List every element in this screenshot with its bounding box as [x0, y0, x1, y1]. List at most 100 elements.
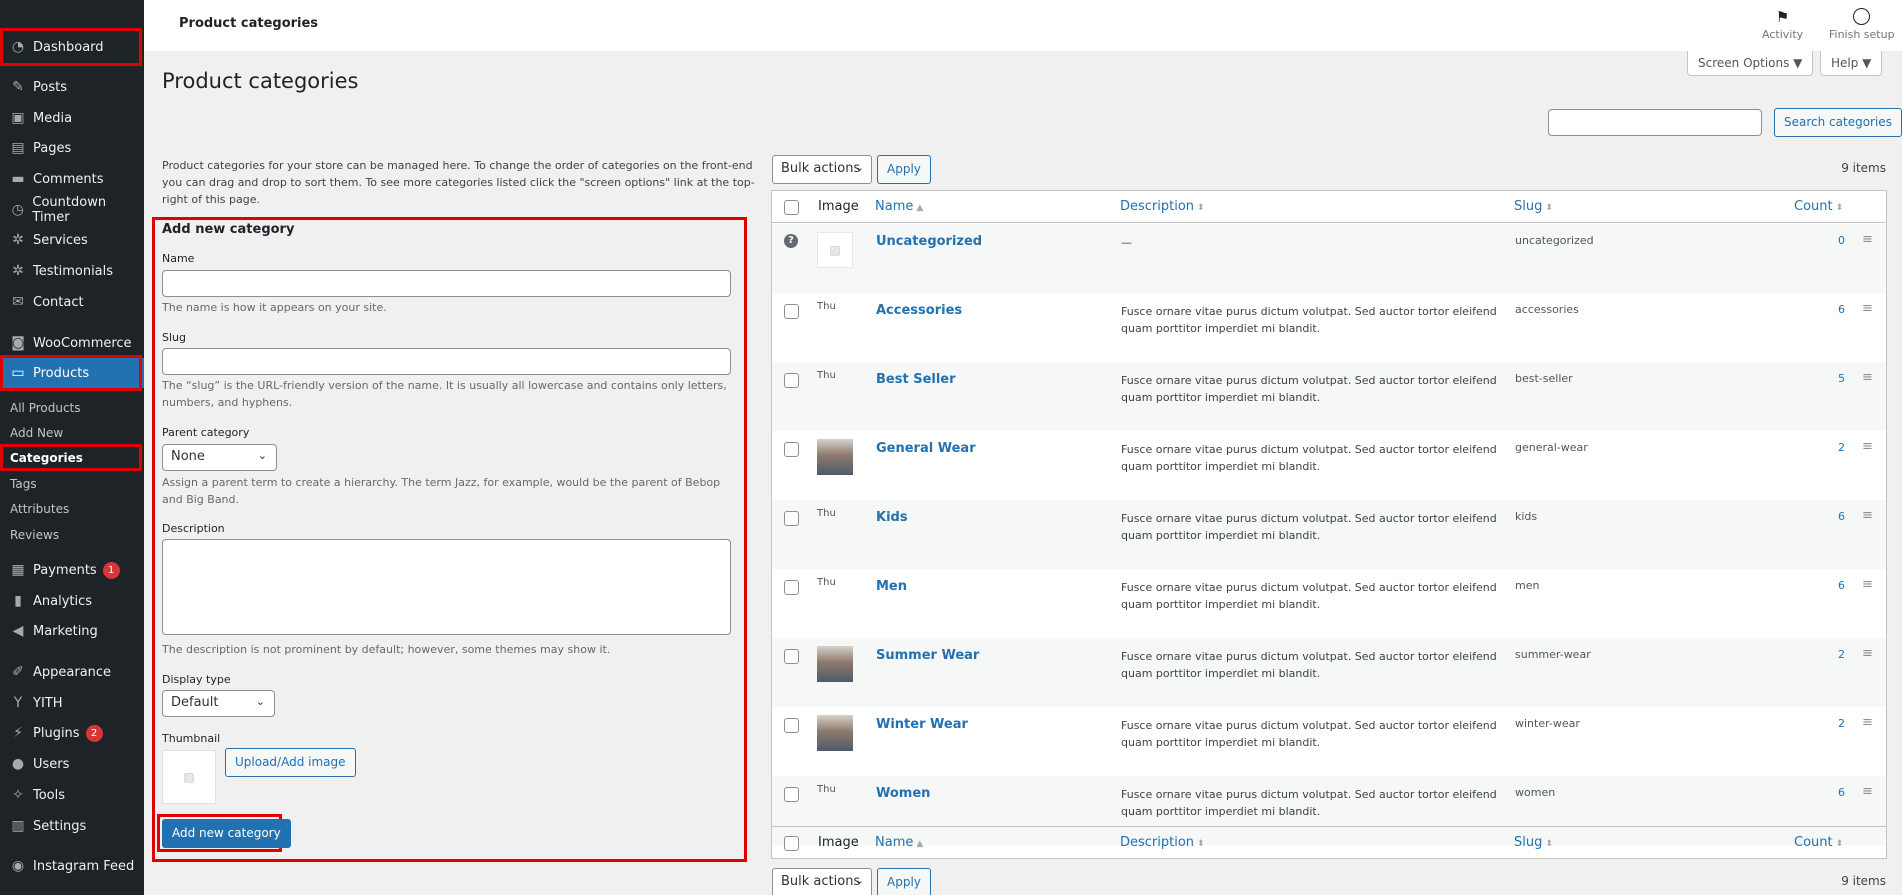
screen-options-button[interactable]: Screen Options ▼: [1687, 51, 1814, 76]
category-count-link[interactable]: 6: [1815, 510, 1845, 523]
add-new-category-button[interactable]: Add new category: [162, 819, 291, 848]
category-count-link[interactable]: 6: [1815, 303, 1845, 316]
row-checkbox[interactable]: [784, 718, 799, 733]
help-button[interactable]: Help ▼: [1820, 51, 1883, 76]
menu-label: Comments: [33, 171, 104, 187]
row-checkbox[interactable]: [784, 442, 799, 457]
category-count-link[interactable]: 0: [1815, 234, 1845, 247]
drag-handle-icon[interactable]: ≡: [1862, 784, 1873, 799]
search-input[interactable]: [1548, 109, 1762, 136]
upload-image-button[interactable]: Upload/Add image: [225, 748, 356, 777]
row-checkbox[interactable]: [784, 511, 799, 526]
drag-handle-icon[interactable]: ≡: [1862, 370, 1873, 385]
col-slug[interactable]: Slug ⬍: [1514, 199, 1553, 214]
menu-analytics[interactable]: ▮ Analytics: [0, 586, 144, 616]
category-count-link[interactable]: 6: [1815, 786, 1845, 799]
category-name-link[interactable]: Women: [876, 786, 930, 801]
menu-plugins[interactable]: ⚡ Plugins 2: [0, 718, 144, 748]
drag-handle-icon[interactable]: ≡: [1862, 508, 1873, 523]
select-all-checkbox[interactable]: [784, 200, 799, 215]
col-description[interactable]: Description ⬍: [1120, 199, 1205, 214]
drag-handle-icon[interactable]: ≡: [1862, 301, 1873, 316]
col-count[interactable]: Count ⬍: [1794, 835, 1843, 850]
slug-input[interactable]: [162, 348, 731, 375]
category-count-link[interactable]: 2: [1815, 648, 1845, 661]
row-checkbox[interactable]: [784, 649, 799, 664]
col-slug[interactable]: Slug ⬍: [1514, 835, 1553, 850]
category-count-link[interactable]: 2: [1815, 441, 1845, 454]
description-label: Description: [162, 522, 225, 535]
menu-countdown-timer[interactable]: ◷ Countdown Timer: [0, 195, 144, 225]
category-name-link[interactable]: Kids: [876, 510, 908, 525]
finish-setup-button[interactable]: Finish setup: [1829, 8, 1895, 41]
row-checkbox[interactable]: [784, 787, 799, 802]
submenu-all-products[interactable]: All Products: [10, 401, 81, 415]
menu-media[interactable]: ▣ Media: [0, 103, 144, 133]
menu-testimonials[interactable]: ✲ Testimonials: [0, 256, 144, 286]
bulk-actions-select-bottom[interactable]: Bulk actions ⌄: [772, 868, 872, 895]
col-description[interactable]: Description ⬍: [1120, 835, 1205, 850]
menu-marketing[interactable]: ◀ Marketing: [0, 616, 144, 646]
submenu-reviews[interactable]: Reviews: [10, 528, 59, 542]
display-type-select[interactable]: Default ⌄: [162, 690, 275, 717]
select-all-checkbox[interactable]: [784, 836, 799, 851]
category-name-link[interactable]: Best Seller: [876, 372, 956, 387]
category-name-link[interactable]: General Wear: [876, 441, 976, 456]
apply-button[interactable]: Apply: [877, 155, 931, 184]
col-name[interactable]: Name ▲: [875, 199, 923, 214]
submenu-add-new[interactable]: Add New: [10, 426, 63, 440]
drag-handle-icon[interactable]: ≡: [1862, 577, 1873, 592]
money-icon: ▦: [11, 562, 25, 578]
row-checkbox[interactable]: [784, 373, 799, 388]
category-slug: men: [1515, 579, 1540, 592]
submenu-attributes[interactable]: Attributes: [10, 502, 69, 516]
media-icon: ▣: [11, 110, 25, 126]
menu-label: YITH: [33, 695, 63, 711]
image-icon: ▨: [183, 770, 195, 784]
menu-instagram-feed[interactable]: ◉ Instagram Feed: [0, 851, 144, 881]
col-image: Image: [818, 835, 859, 850]
drag-handle-icon[interactable]: ≡: [1862, 232, 1873, 247]
drag-handle-icon[interactable]: ≡: [1862, 715, 1873, 730]
parent-category-select[interactable]: None ⌄: [162, 444, 277, 471]
menu-appearance[interactable]: ✐ Appearance: [0, 657, 144, 687]
drag-handle-icon[interactable]: ≡: [1862, 646, 1873, 661]
menu-woocommerce[interactable]: ◙ WooCommerce: [0, 328, 144, 358]
woo-icon: ◙: [11, 335, 25, 351]
menu-services[interactable]: ✲ Services: [0, 225, 144, 255]
submenu-tags[interactable]: Tags: [10, 477, 37, 491]
category-name-link[interactable]: Uncategorized: [876, 234, 982, 249]
activity-button[interactable]: ⚑ Activity: [1762, 8, 1803, 41]
category-count-link[interactable]: 6: [1815, 579, 1845, 592]
category-count-link[interactable]: 2: [1815, 717, 1845, 730]
category-thumbnail: Thu: [817, 370, 836, 381]
menu-posts[interactable]: ✎ Posts: [0, 72, 144, 102]
apply-button-bottom[interactable]: Apply: [877, 868, 931, 895]
row-checkbox[interactable]: [784, 304, 799, 319]
category-name-link[interactable]: Men: [876, 579, 907, 594]
sort-icon: ⬍: [1835, 839, 1844, 849]
menu-yith[interactable]: Y YITH: [0, 688, 144, 718]
category-count-link[interactable]: 5: [1815, 372, 1845, 385]
menu-contact[interactable]: ✉ Contact: [0, 287, 144, 317]
menu-settings[interactable]: ▥ Settings: [0, 811, 144, 841]
menu-payments[interactable]: ▦ Payments 1: [0, 555, 144, 585]
table-row: Thu Kids Fusce ornare vitae purus dictum v…: [772, 500, 1886, 569]
bulk-actions-select[interactable]: Bulk actions ⌄: [772, 155, 872, 184]
help-icon[interactable]: ?: [784, 234, 798, 248]
name-input[interactable]: [162, 270, 731, 297]
drag-handle-icon[interactable]: ≡: [1862, 439, 1873, 454]
col-count[interactable]: Count ⬍: [1794, 199, 1843, 214]
category-name-link[interactable]: Summer Wear: [876, 648, 979, 663]
description-textarea[interactable]: [162, 539, 731, 635]
row-checkbox[interactable]: [784, 580, 799, 595]
category-name-link[interactable]: Accessories: [876, 303, 962, 318]
menu-tools[interactable]: ✧ Tools: [0, 780, 144, 810]
menu-pages[interactable]: ▤ Pages: [0, 133, 144, 163]
menu-users[interactable]: ● Users: [0, 749, 144, 779]
category-name-link[interactable]: Winter Wear: [876, 717, 968, 732]
search-categories-button[interactable]: Search categories: [1774, 108, 1902, 137]
page-title: Product categories: [162, 69, 359, 93]
menu-comments[interactable]: ▬ Comments: [0, 164, 144, 194]
col-name[interactable]: Name ▲: [875, 835, 923, 850]
